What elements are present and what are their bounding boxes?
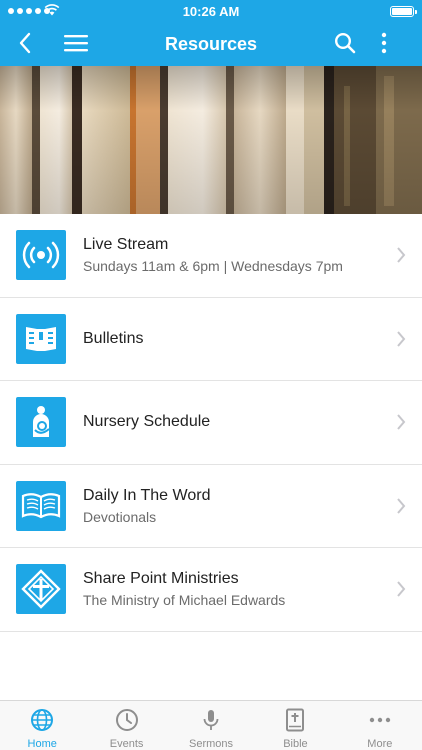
list-item-title: Bulletins [83, 329, 144, 347]
list-item-nursery-schedule[interactable]: Nursery Schedule [0, 381, 422, 465]
nursing-mother-icon [16, 397, 66, 447]
tab-events[interactable]: Events [84, 701, 168, 750]
tab-sermons[interactable]: Sermons [169, 701, 253, 750]
list-item-title: Live Stream [83, 236, 169, 254]
newspaper-icon [16, 313, 66, 364]
clock-icon [115, 709, 138, 731]
list-item-daily-in-the-word[interactable]: Daily In The Word Devotionals [0, 464, 422, 548]
tab-bar: Home Events Sermons Bible More [0, 700, 422, 750]
page-title: Resources [164, 34, 258, 54]
list-item-title: Daily In The Word [83, 486, 211, 504]
globe-icon [31, 709, 54, 731]
tab-label: Home [27, 738, 57, 750]
status-time: 10:26 AM [182, 4, 240, 19]
battery-icon [390, 6, 417, 17]
cross-diamond-icon [16, 564, 66, 614]
bible-icon [286, 708, 305, 732]
status-bar: 10:26 AM [0, 0, 422, 22]
tab-label: Bible [283, 738, 308, 750]
microphone-icon [203, 710, 219, 730]
tab-label: More [367, 738, 393, 750]
list-item-title: Share Point Ministries [83, 570, 239, 588]
open-book-icon [16, 480, 66, 531]
nav-bar: Resources [0, 22, 422, 66]
chevron-right-icon [397, 414, 406, 430]
tab-home[interactable]: Home [0, 701, 84, 750]
list-item-bulletins[interactable]: Bulletins [0, 297, 422, 381]
ellipsis-icon [369, 717, 391, 723]
hero-books-image [0, 66, 422, 214]
list-item-share-point-ministries[interactable]: Share Point Ministries The Ministry of M… [0, 548, 422, 632]
list-item-subtitle: The Ministry of Michael Edwards [83, 592, 286, 609]
list-item-subtitle: Sundays 11am & 6pm | Wednesdays 7pm [83, 258, 343, 275]
tab-more[interactable]: More [338, 701, 422, 750]
resource-list: Live Stream Sundays 11am & 6pm | Wednesd… [0, 214, 422, 632]
more-vertical-icon[interactable] [380, 32, 388, 54]
tab-bible[interactable]: Bible [253, 701, 337, 750]
chevron-right-icon [397, 581, 406, 597]
search-icon[interactable] [334, 32, 356, 54]
list-item-title: Nursery Schedule [83, 413, 211, 431]
chevron-right-icon [397, 330, 406, 347]
list-item-subtitle: Devotionals [83, 508, 157, 525]
tab-label: Sermons [189, 738, 234, 750]
list-item-live-stream[interactable]: Live Stream Sundays 11am & 6pm | Wednesd… [0, 214, 422, 298]
tab-label: Events [109, 738, 144, 750]
chevron-right-icon [397, 497, 406, 514]
broadcast-icon [16, 230, 66, 280]
chevron-right-icon [397, 247, 406, 263]
